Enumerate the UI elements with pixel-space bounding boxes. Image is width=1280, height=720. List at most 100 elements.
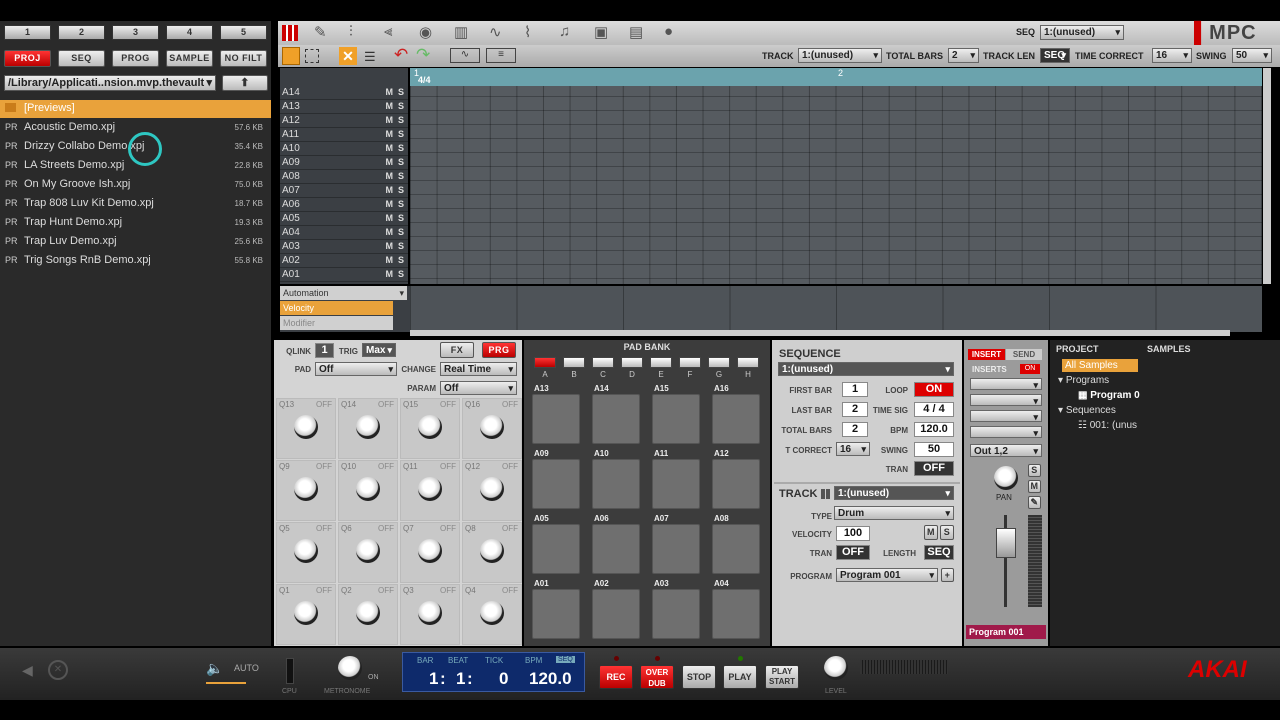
overdub-button[interactable]: OVER DUB <box>640 665 674 689</box>
file-tab-1[interactable]: 1 <box>4 25 51 40</box>
modifier-lane[interactable]: Modifier <box>280 316 393 330</box>
sequences-row[interactable]: ▾ Sequences <box>1058 405 1116 416</box>
track-row[interactable]: A06 M S <box>280 198 408 212</box>
bpm-value[interactable]: 120.0 <box>914 422 954 437</box>
qlink-knob[interactable] <box>294 477 318 501</box>
program-item[interactable]: ▦ Program 0 <box>1078 390 1140 401</box>
inserts-on-toggle[interactable]: ON <box>1020 364 1040 374</box>
type-select[interactable]: Drum <box>834 506 954 520</box>
pad[interactable] <box>712 524 760 574</box>
change-select[interactable]: Real Time <box>440 362 517 376</box>
pad[interactable] <box>652 524 700 574</box>
mode-sample-button[interactable]: SAMPLE <box>166 50 213 67</box>
file-row[interactable]: PR On My Groove Ish.xpj 75.0 KB <box>0 176 271 194</box>
file-row[interactable]: PR Trap Hunt Demo.xpj 19.3 KB <box>0 214 271 232</box>
mode-proj-button[interactable]: PROJ <box>4 50 51 67</box>
file-tab-5[interactable]: 5 <box>220 25 267 40</box>
mode-prog-button[interactable]: PROG <box>112 50 159 67</box>
qlink-knob[interactable] <box>356 415 380 439</box>
pad[interactable] <box>652 589 700 639</box>
file-row[interactable]: PR Trig Songs RnB Demo.xpj 55.8 KB <box>0 252 271 270</box>
wave-edit-icon[interactable]: ∿ <box>450 48 480 63</box>
insert-slot-1[interactable] <box>970 378 1042 392</box>
mute-solo-buttons[interactable]: M S <box>385 101 404 111</box>
track-row[interactable]: A07 M S <box>280 184 408 198</box>
file-tab-2[interactable]: 2 <box>58 25 105 40</box>
record-icon[interactable]: ● <box>664 23 673 40</box>
mute-solo-buttons[interactable]: M S <box>385 227 404 237</box>
qlink-knob[interactable] <box>418 477 442 501</box>
mixer-mute-button[interactable]: M <box>1028 480 1041 493</box>
mute-solo-buttons[interactable]: M S <box>385 241 404 251</box>
level-knob[interactable] <box>824 656 848 680</box>
pan-knob[interactable] <box>994 466 1018 490</box>
pad-bank-button-c[interactable] <box>592 357 614 368</box>
file-row[interactable]: PR Trap 808 Luv Kit Demo.xpj 18.7 KB <box>0 195 271 213</box>
track-row[interactable]: A13 M S <box>280 100 408 114</box>
programs-row[interactable]: ▾ Programs <box>1058 375 1109 386</box>
list-icon[interactable]: ☰ <box>364 49 376 65</box>
track-row[interactable]: A03 M S <box>280 240 408 254</box>
eq-icon[interactable]: ⫷ <box>384 23 392 40</box>
clip-icon[interactable]: ▤ <box>629 23 643 41</box>
track-row[interactable]: A11 M S <box>280 128 408 142</box>
qlink-knob[interactable] <box>480 415 504 439</box>
project-tab[interactable]: PROJECT <box>1056 344 1099 354</box>
track-row[interactable]: A14 M S <box>280 86 408 100</box>
qlink-knob[interactable] <box>418 539 442 563</box>
track-row[interactable]: A04 M S <box>280 226 408 240</box>
mute-button[interactable]: M <box>924 525 938 540</box>
list-edit-icon[interactable]: ≡ <box>486 48 516 63</box>
prg-button[interactable]: PRG <box>482 342 516 358</box>
pad[interactable] <box>532 459 580 509</box>
qlink-knob[interactable] <box>294 601 318 625</box>
pad[interactable] <box>712 589 760 639</box>
auto-label[interactable]: AUTO <box>234 663 259 673</box>
grid-icon[interactable] <box>282 25 298 41</box>
pad-bank-button-h[interactable] <box>737 357 759 368</box>
automation-header[interactable]: Automation ▾ <box>280 286 407 300</box>
mixer-icon[interactable]: ⫶ <box>349 23 353 40</box>
pad-select[interactable]: Off <box>315 362 397 376</box>
solo-button[interactable]: S <box>940 525 954 540</box>
pad[interactable] <box>532 589 580 639</box>
track-tran-value[interactable]: OFF <box>836 545 870 560</box>
file-tab-4[interactable]: 4 <box>166 25 213 40</box>
pencil-wave-icon[interactable]: ✎ <box>314 23 327 41</box>
pad-bank-button-f[interactable] <box>679 357 701 368</box>
pad-bank-button-g[interactable] <box>708 357 730 368</box>
track-row[interactable]: A02 M S <box>280 254 408 268</box>
mode-seq-button[interactable]: SEQ <box>58 50 105 67</box>
mode-no-filt-button[interactable]: NO FILT <box>220 50 267 67</box>
sample-icon[interactable]: ⌇ <box>524 23 531 41</box>
vertical-scrollbar[interactable] <box>1263 68 1271 284</box>
mute-solo-buttons[interactable]: M S <box>385 157 404 167</box>
timeline-ruler[interactable]: 4/4 1 2 <box>410 68 1262 86</box>
qlink-knob[interactable] <box>480 539 504 563</box>
track-row[interactable]: A01 M S <box>280 268 408 282</box>
mute-solo-buttons[interactable]: M S <box>385 213 404 223</box>
pad-bank-button-b[interactable] <box>563 357 585 368</box>
pad[interactable] <box>712 459 760 509</box>
qlink-select[interactable]: 1 <box>315 343 334 358</box>
sequence-select[interactable]: 1:(unused) <box>778 362 954 376</box>
volume-bar[interactable] <box>206 682 246 684</box>
track-row[interactable]: A05 M S <box>280 212 408 226</box>
play-button[interactable]: PLAY <box>723 665 757 689</box>
seq-swing-value[interactable]: 50 <box>914 442 954 457</box>
pad[interactable] <box>712 394 760 444</box>
pad-bank-button-e[interactable] <box>650 357 672 368</box>
mute-solo-buttons[interactable]: M S <box>385 255 404 265</box>
all-samples-row[interactable]: All Samples <box>1062 359 1138 372</box>
pad[interactable] <box>592 459 640 509</box>
seq-select[interactable]: 1:(unused) <box>1040 25 1124 40</box>
qlink-knob[interactable] <box>356 539 380 563</box>
samples-tab[interactable]: SAMPLES <box>1147 344 1191 354</box>
seq-total-bars-value[interactable]: 2 <box>842 422 868 437</box>
timesig-value[interactable]: 4 / 4 <box>914 402 954 417</box>
pad[interactable] <box>592 589 640 639</box>
metronome-knob[interactable] <box>338 656 362 680</box>
pad[interactable] <box>592 394 640 444</box>
note-icon[interactable]: ♫ <box>559 23 570 40</box>
folder-row[interactable]: [Previews] <box>0 100 271 118</box>
